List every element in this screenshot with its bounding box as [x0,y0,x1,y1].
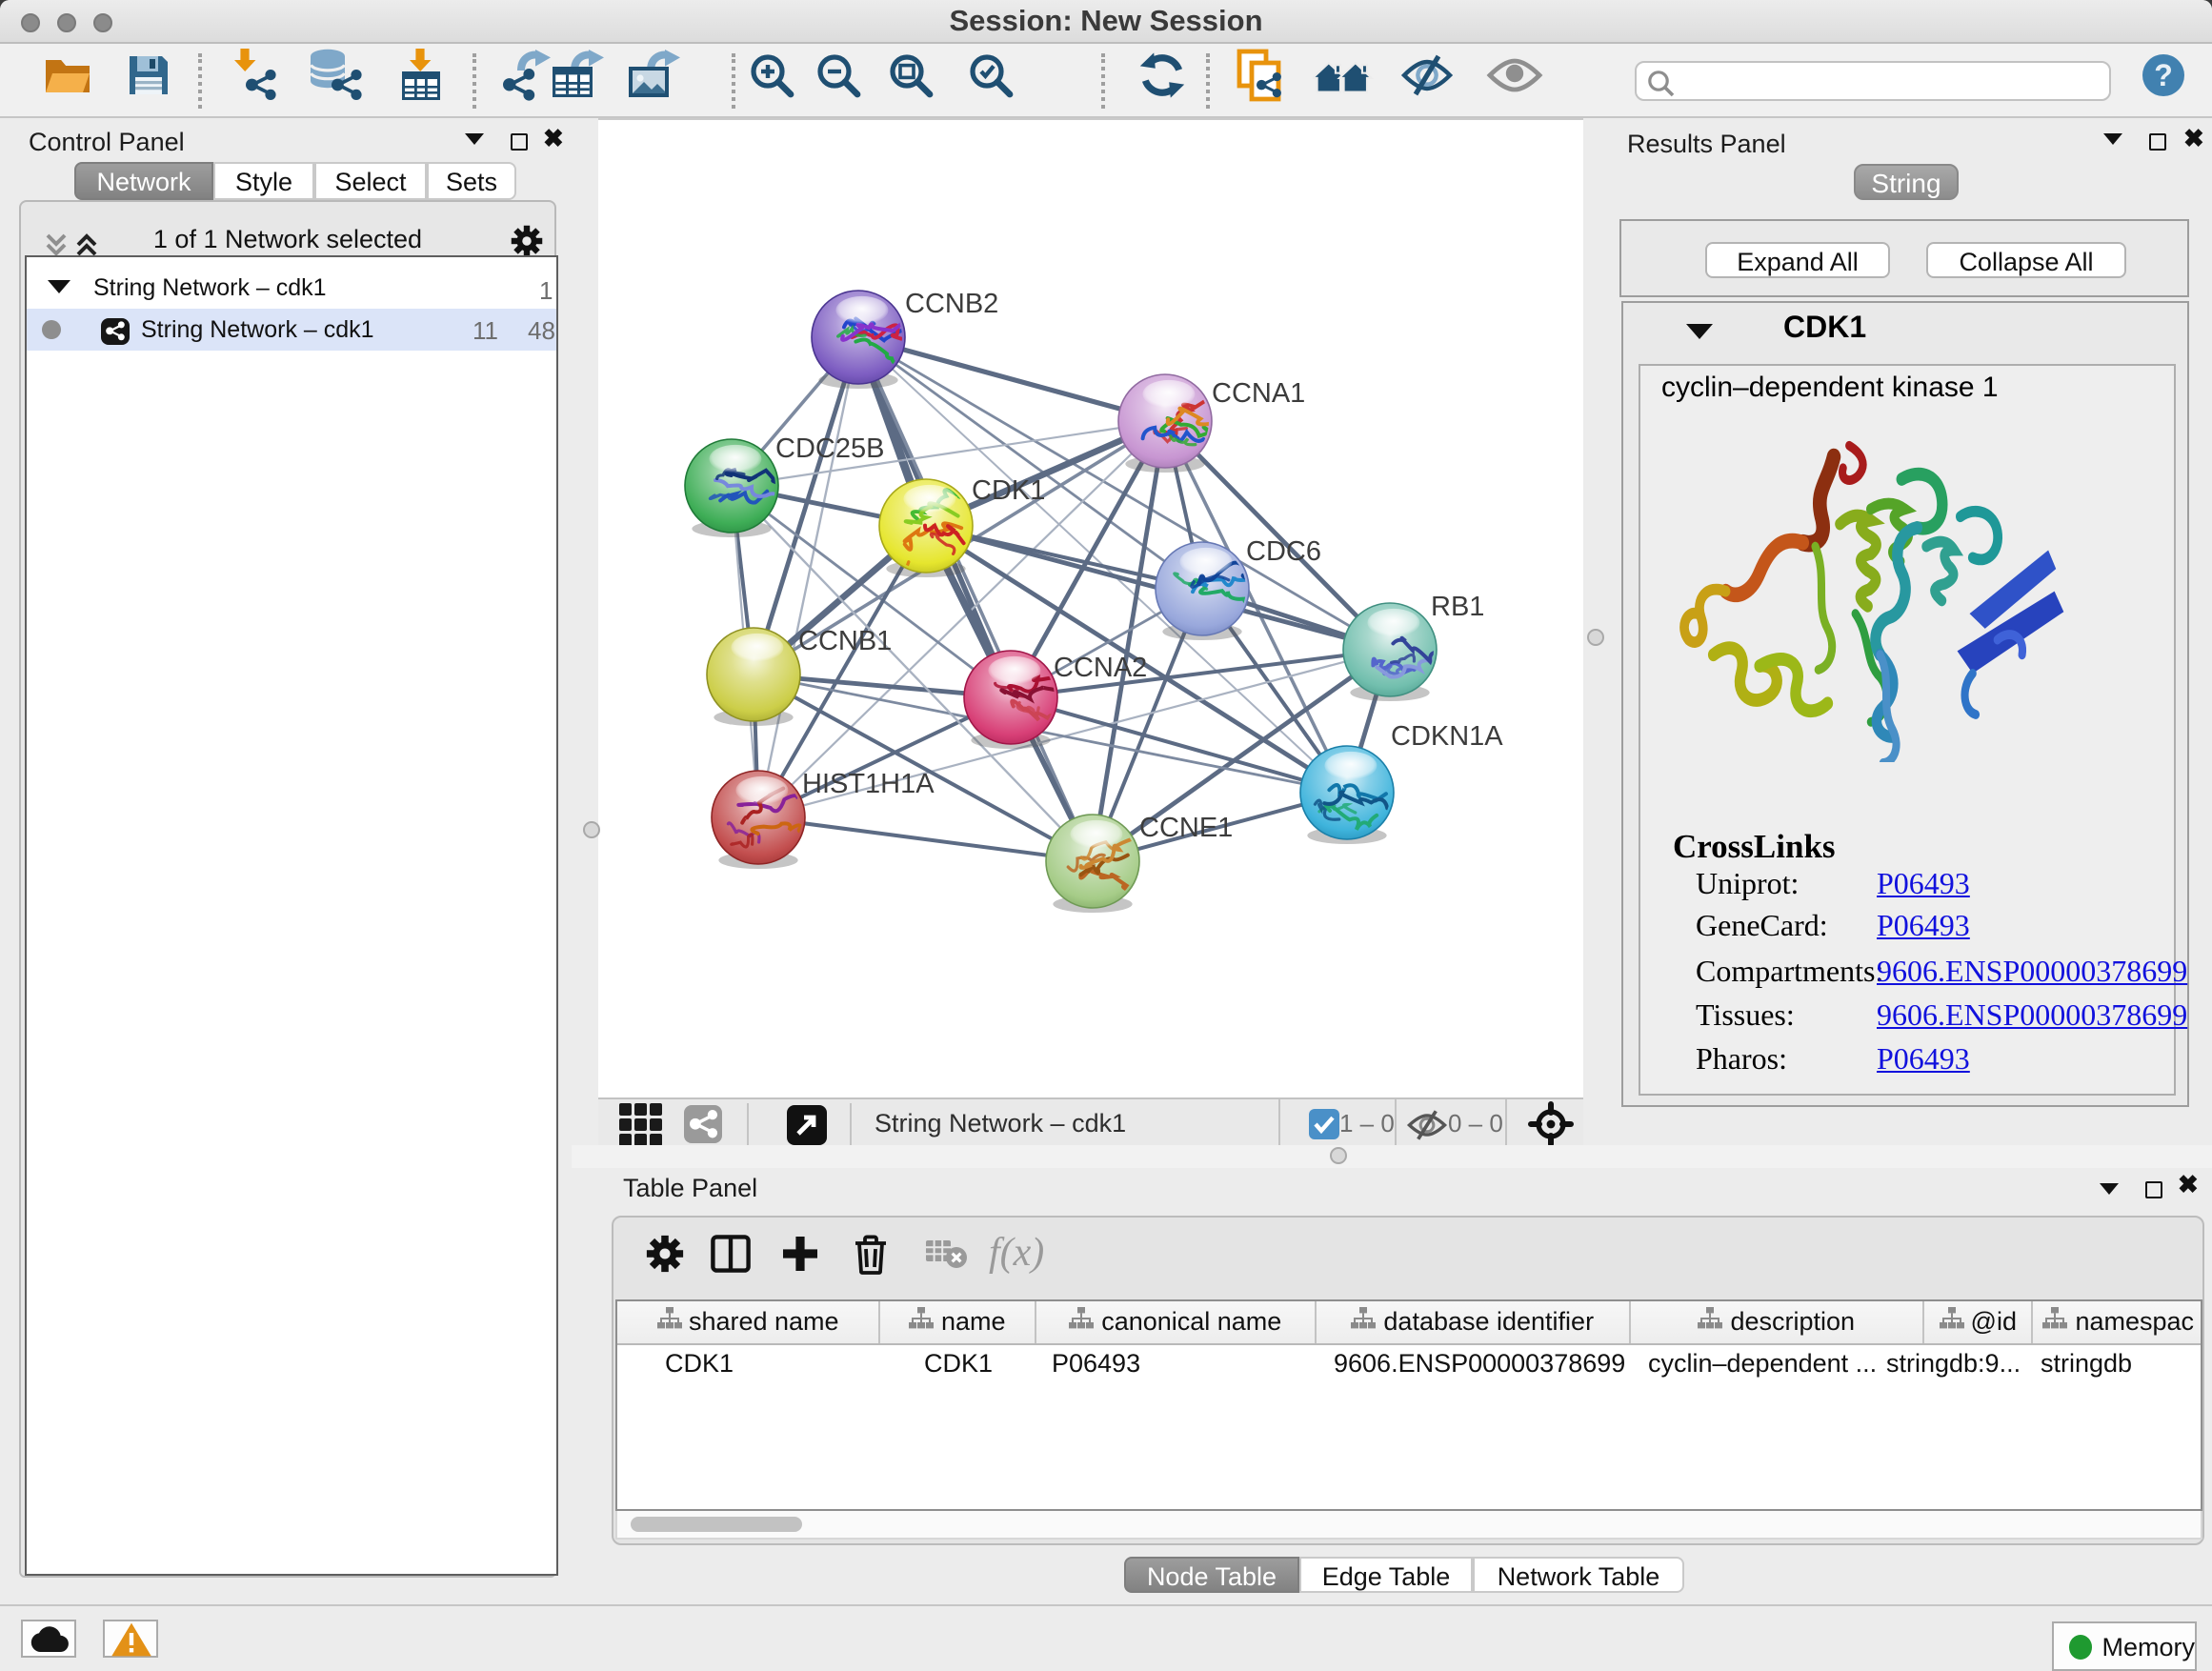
svg-text:CDC6: CDC6 [1246,536,1321,567]
svg-text:CCNB2: CCNB2 [905,289,998,319]
svg-text:CCNA2: CCNA2 [1054,653,1147,683]
svg-text:RB1: RB1 [1431,592,1484,622]
svg-text:CDKN1A: CDKN1A [1391,721,1503,752]
svg-text:HIST1H1A: HIST1H1A [802,769,935,799]
svg-text:CCNE1: CCNE1 [1139,813,1233,843]
svg-text:CDK1: CDK1 [972,475,1045,506]
svg-text:CCNA1: CCNA1 [1212,378,1305,409]
svg-text:CCNB1: CCNB1 [798,626,892,656]
svg-text:?: ? [2154,58,2173,92]
svg-text:CDC25B: CDC25B [775,433,884,464]
